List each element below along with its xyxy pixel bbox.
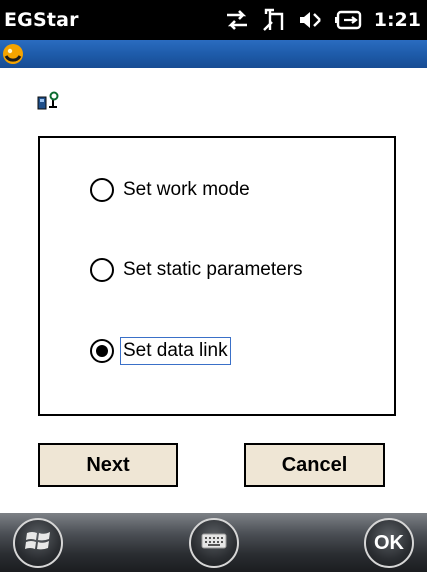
ok-button[interactable]: OK <box>364 518 414 568</box>
app-title: EGStar <box>4 9 79 31</box>
options-group: Set work mode Set static parameters Set … <box>38 136 396 416</box>
caption-bar <box>0 40 427 68</box>
network-device-icon <box>37 91 61 117</box>
clock[interactable]: 1:21 <box>374 9 421 31</box>
option-set-work-mode[interactable]: Set work mode <box>90 176 253 204</box>
option-label[interactable]: Set data link <box>120 337 231 365</box>
sync-arrows-icon[interactable] <box>224 9 250 31</box>
battery-icon[interactable] <box>334 9 362 31</box>
connectivity-icon[interactable] <box>262 8 286 32</box>
option-set-data-link[interactable]: Set data link <box>90 337 231 365</box>
windows-logo-icon <box>25 529 51 557</box>
next-button[interactable]: Next <box>38 443 178 487</box>
radio-button[interactable] <box>90 178 114 202</box>
taskbar: OK <box>0 513 427 572</box>
option-set-static-parameters[interactable]: Set static parameters <box>90 256 306 284</box>
start-button[interactable] <box>13 518 63 568</box>
radio-button-selected[interactable] <box>90 339 114 363</box>
radio-button[interactable] <box>90 258 114 282</box>
option-label[interactable]: Set static parameters <box>120 256 306 284</box>
speaker-icon[interactable] <box>298 9 322 31</box>
status-icons: 1:21 <box>224 8 421 32</box>
cancel-button[interactable]: Cancel <box>244 443 385 487</box>
app-logo-icon[interactable] <box>2 43 24 69</box>
keyboard-button[interactable] <box>189 518 239 568</box>
keyboard-icon <box>201 533 227 553</box>
status-bar: EGStar 1:21 <box>0 0 427 40</box>
ok-label: OK <box>374 531 404 554</box>
option-label[interactable]: Set work mode <box>120 176 253 204</box>
